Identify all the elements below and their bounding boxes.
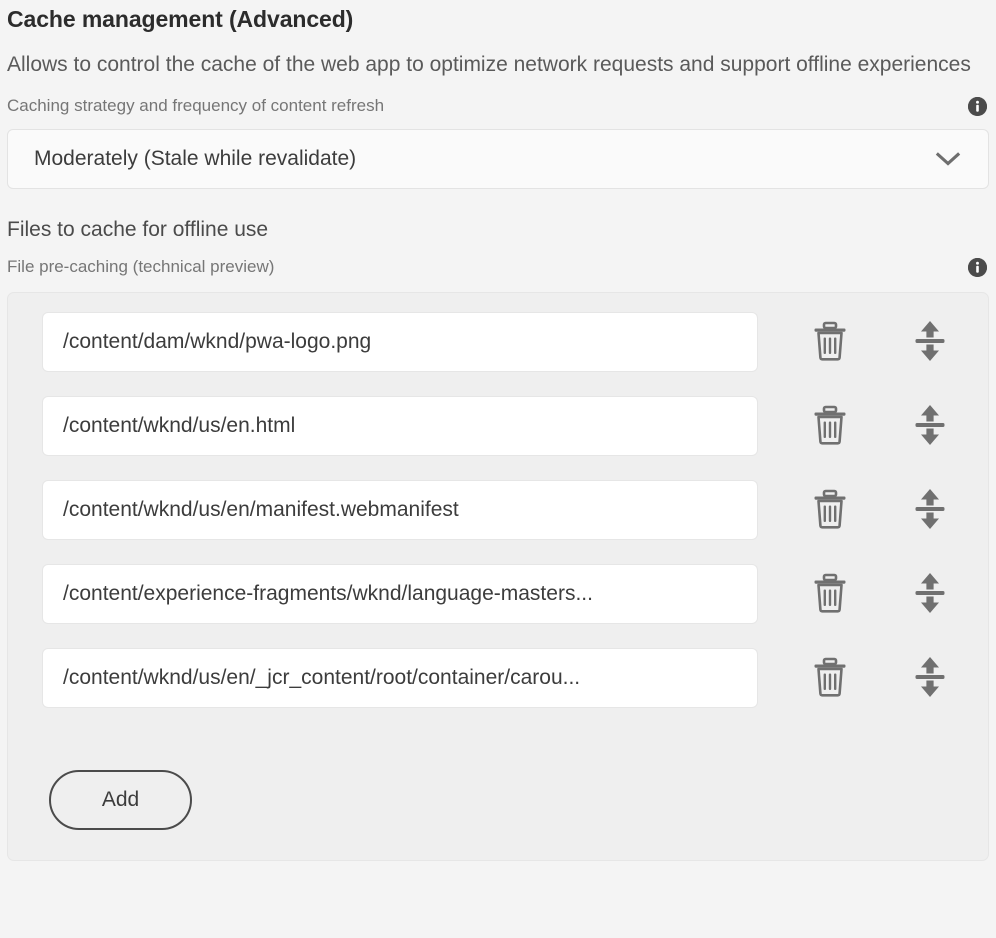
trash-icon — [813, 657, 847, 700]
drag-vertical-icon — [914, 320, 946, 365]
trash-icon — [813, 321, 847, 364]
reorder-drag-handle[interactable] — [902, 403, 958, 449]
caching-strategy-selected-value: Moderately (Stale while revalidate) — [8, 146, 935, 172]
chevron-down-icon[interactable] — [935, 151, 961, 167]
delete-row-button[interactable] — [802, 319, 858, 365]
file-path-input[interactable] — [42, 564, 758, 624]
file-path-input[interactable] — [42, 480, 758, 540]
delete-row-button[interactable] — [802, 487, 858, 533]
list-item — [8, 396, 988, 456]
drag-vertical-icon — [914, 404, 946, 449]
list-item — [8, 312, 988, 372]
file-precaching-label: File pre-caching (technical preview) — [7, 256, 274, 278]
list-item — [8, 480, 988, 540]
trash-icon — [813, 405, 847, 448]
drag-vertical-icon — [914, 656, 946, 701]
page-title: Cache management (Advanced) — [7, 0, 989, 36]
file-path-input[interactable] — [42, 648, 758, 708]
file-precaching-list: Add — [7, 292, 989, 861]
reorder-drag-handle[interactable] — [902, 655, 958, 701]
file-precaching-label-row: File pre-caching (technical preview) — [7, 243, 989, 280]
info-icon[interactable] — [968, 258, 987, 277]
strategy-label-row: Caching strategy and frequency of conten… — [7, 82, 989, 119]
files-section-title: Files to cache for offline use — [7, 189, 989, 243]
add-button[interactable]: Add — [49, 770, 192, 830]
list-item — [8, 648, 988, 708]
reorder-drag-handle[interactable] — [902, 487, 958, 533]
info-icon[interactable] — [968, 97, 987, 116]
reorder-drag-handle[interactable] — [902, 571, 958, 617]
trash-icon — [813, 573, 847, 616]
file-path-input[interactable] — [42, 312, 758, 372]
drag-vertical-icon — [914, 488, 946, 533]
cache-management-page: Cache management (Advanced) Allows to co… — [0, 0, 996, 938]
delete-row-button[interactable] — [802, 655, 858, 701]
strategy-field-label: Caching strategy and frequency of conten… — [7, 95, 384, 117]
drag-vertical-icon — [914, 572, 946, 617]
trash-icon — [813, 489, 847, 532]
delete-row-button[interactable] — [802, 403, 858, 449]
caching-strategy-select[interactable]: Moderately (Stale while revalidate) — [7, 129, 989, 189]
add-row-container: Add — [8, 732, 988, 830]
reorder-drag-handle[interactable] — [902, 319, 958, 365]
delete-row-button[interactable] — [802, 571, 858, 617]
file-path-input[interactable] — [42, 396, 758, 456]
page-description: Allows to control the cache of the web a… — [7, 36, 987, 82]
list-item — [8, 564, 988, 624]
